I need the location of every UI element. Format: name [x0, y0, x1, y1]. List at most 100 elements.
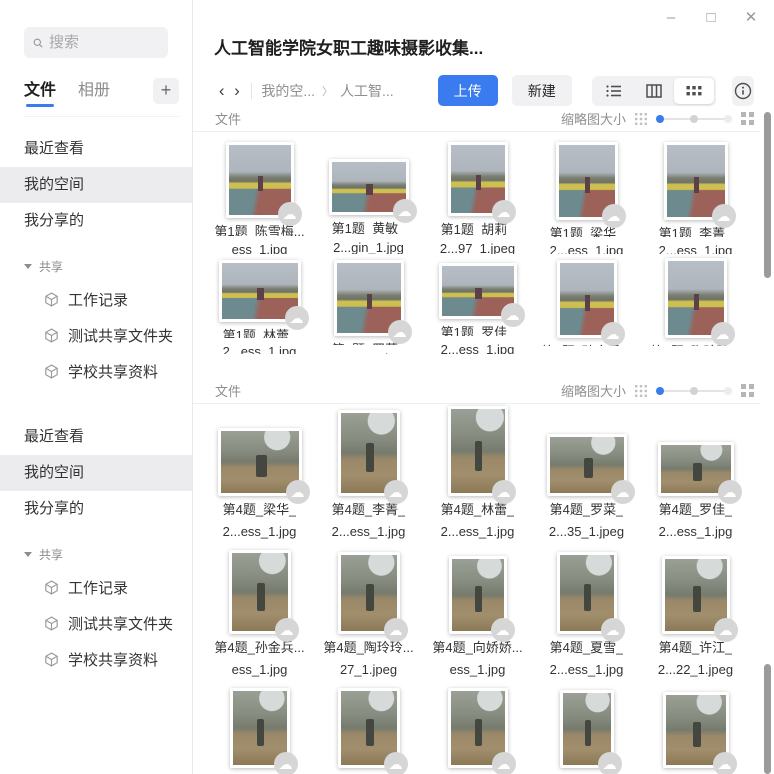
sidebar-item-my-space[interactable]: 我的空间	[0, 455, 192, 491]
share-item-label: 学校共享资料	[68, 649, 158, 670]
photo-thumbnail: ☁	[226, 142, 294, 218]
file-item[interactable]: ☁ 第1题_梁华_ 2...ess_1.jpg	[532, 132, 641, 254]
file-item[interactable]: ☁ 第4题_孙金兵... ess_1.jpg	[205, 540, 314, 678]
file-name-line2: 2...ess_1.jpg	[550, 661, 624, 678]
file-item[interactable]: ☁ 第1题_罗菜_ 2...23_1.jpg	[314, 254, 423, 354]
grid-view-button[interactable]	[674, 78, 714, 104]
close-button[interactable]: ✕	[738, 6, 764, 28]
file-item[interactable]: ☁ 第1题_李菁_ 2...ess_1.jpg	[641, 132, 750, 254]
scrollbar-thumb[interactable]	[764, 664, 771, 774]
photo-thumbnail: ☁	[449, 556, 507, 634]
file-item[interactable]: ☁ 第4题_张婷_	[423, 678, 532, 774]
scrollbar-thumb[interactable]	[764, 112, 771, 278]
tab-files[interactable]: 文件	[24, 76, 56, 106]
file-item[interactable]: ☁ 第1题_陈雪梅... ess_1.jpg	[205, 132, 314, 254]
search-icon	[33, 36, 43, 50]
column-view-button[interactable]	[634, 78, 674, 104]
sidebar-item-recent[interactable]: 最近查看	[0, 131, 192, 167]
thumb-size-label: 缩略图大小	[561, 109, 626, 128]
file-item[interactable]: ☁ 第4题_夏雪_ 2...ess_1.jpg	[532, 540, 641, 678]
breadcrumb-current[interactable]: 人工智...	[340, 81, 394, 101]
file-item[interactable]: ☁ 第1题_孙金兵... ess_1.jpg	[532, 254, 641, 354]
file-item[interactable]: ☁ 第1题_胡莉_ 2...97_1.jpeg	[423, 132, 532, 254]
sidebar-item-test-share[interactable]: 测试共享文件夹	[0, 317, 192, 353]
file-content-area: 文件 缩略图大小	[193, 106, 760, 774]
view-toggle-group	[592, 76, 716, 106]
sidebar: 文件 相册 + 最近查看 我的空间 我分享的 共享 工作记录	[0, 0, 193, 774]
file-item[interactable]: ☁ 第1题_陶玲玲... 27_1.jpeg	[641, 254, 750, 354]
sidebar-item-recent[interactable]: 最近查看	[0, 419, 192, 455]
list-view-button[interactable]	[594, 78, 634, 104]
large-grid-icon	[741, 112, 754, 125]
thumbnail-area: ☁	[560, 690, 614, 768]
thumbnail-area: ☁	[338, 412, 400, 496]
sidebar-item-test-share[interactable]: 测试共享文件夹	[0, 605, 192, 641]
slider-handle[interactable]	[656, 387, 664, 395]
add-button[interactable]: +	[153, 78, 179, 104]
thumbnail-area: ☁	[338, 690, 400, 768]
breadcrumb-root[interactable]: 我的空...	[261, 81, 315, 101]
forward-button[interactable]: ›	[229, 81, 244, 101]
slider-handle[interactable]	[656, 115, 664, 123]
file-item[interactable]: ☁ 第1题_黄敏_ 2...gin_1.jpg	[314, 132, 423, 254]
sidebar-item-work-log[interactable]: 工作记录	[0, 569, 192, 605]
back-button[interactable]: ‹	[214, 81, 229, 101]
file-item[interactable]: ☁ 第4题_张翠玲...	[205, 678, 314, 774]
column-view-icon	[646, 84, 662, 98]
photo-thumbnail: ☁	[338, 410, 400, 496]
cloud-sync-icon: ☁	[388, 320, 412, 344]
sidebar-item-my-shares[interactable]: 我分享的	[0, 491, 192, 527]
file-item[interactable]: ☁ 第4题_陶玲玲... 27_1.jpeg	[314, 540, 423, 678]
share-section-header[interactable]: 共享	[0, 539, 192, 569]
maximize-button[interactable]: □	[698, 6, 724, 28]
thumbnail-area: ☁	[448, 690, 508, 768]
sidebar-item-my-shares[interactable]: 我分享的	[0, 203, 192, 239]
sidebar-item-school-share[interactable]: 学校共享资料	[0, 353, 192, 389]
thumbnail-area: ☁	[226, 142, 294, 218]
photo-thumbnail: ☁	[338, 688, 400, 768]
shared-folder-icon	[44, 652, 59, 667]
minimize-button[interactable]: –	[658, 6, 684, 28]
sidebar-item-my-space[interactable]: 我的空间	[0, 167, 192, 203]
info-button[interactable]	[732, 76, 754, 106]
shared-folder-icon	[44, 364, 59, 379]
slider-end-dot	[724, 115, 732, 123]
file-name-line2: ess_1.jpg	[232, 661, 288, 678]
upload-button[interactable]: 上传	[438, 75, 498, 106]
thumbnail-area: ☁	[338, 550, 400, 634]
file-item[interactable]: ☁ 第4题_许江_ 2...22_1.jpeg	[641, 540, 750, 678]
thumbnail-size-slider[interactable]	[656, 114, 732, 124]
search-box[interactable]	[24, 27, 168, 58]
file-name-line1: 第1题_林蕾_	[223, 327, 297, 338]
file-item[interactable]: ☁ 第4题_邹玉玲...	[641, 678, 750, 774]
tab-albums[interactable]: 相册	[78, 76, 110, 106]
file-item[interactable]: ☁ 第4题_罗佳_ 2...ess_1.jpg	[641, 404, 750, 540]
file-item[interactable]: ☁ 第1题_罗佳_ 2...ess_1.jpg	[423, 254, 532, 354]
file-item[interactable]: ☁ 第4题_周洁_	[532, 678, 641, 774]
file-item[interactable]: ☁ 第4题_林蕾_ 2...ess_1.jpg	[423, 404, 532, 540]
photo-thumbnail: ☁	[560, 690, 614, 768]
search-input[interactable]	[49, 34, 159, 51]
file-item[interactable]: ☁ 第4题_李菁_ 2...ess_1.jpg	[314, 404, 423, 540]
file-item[interactable]: ☁ 第4题_向娇娇... ess_1.jpg	[423, 540, 532, 678]
shared-folder-icon	[44, 580, 59, 595]
file-item[interactable]: ☁ 第4题_梁华_ 2...ess_1.jpg	[205, 404, 314, 540]
share-section-header[interactable]: 共享	[0, 251, 192, 281]
thumbnail-area: ☁	[229, 550, 291, 634]
file-item[interactable]: ☁ 第4题_张小慧...	[314, 678, 423, 774]
sidebar-item-school-share[interactable]: 学校共享资料	[0, 641, 192, 677]
thumbnail-size-slider[interactable]	[656, 386, 732, 396]
new-button[interactable]: 新建	[512, 75, 572, 106]
list-view-icon	[606, 84, 622, 98]
thumbnail-area: ☁	[219, 260, 301, 322]
file-item[interactable]: ☁ 第4题_罗菜_ 2...35_1.jpeg	[532, 404, 641, 540]
sidebar-item-work-log[interactable]: 工作记录	[0, 281, 192, 317]
shared-folder-icon	[44, 292, 59, 307]
file-item[interactable]: ☁ 第1题_林蕾_ 2...ess_1.jpg	[205, 254, 314, 354]
thumbnail-area: ☁	[230, 690, 290, 768]
file-name-line2: 2...ess_1.jpg	[659, 523, 733, 540]
shared-folder-icon	[44, 328, 59, 343]
photo-thumbnail: ☁	[219, 260, 301, 322]
file-name-line1: 第4题_许江_	[659, 639, 733, 656]
file-name-line2: 2...ess_1.jpg	[441, 523, 515, 540]
